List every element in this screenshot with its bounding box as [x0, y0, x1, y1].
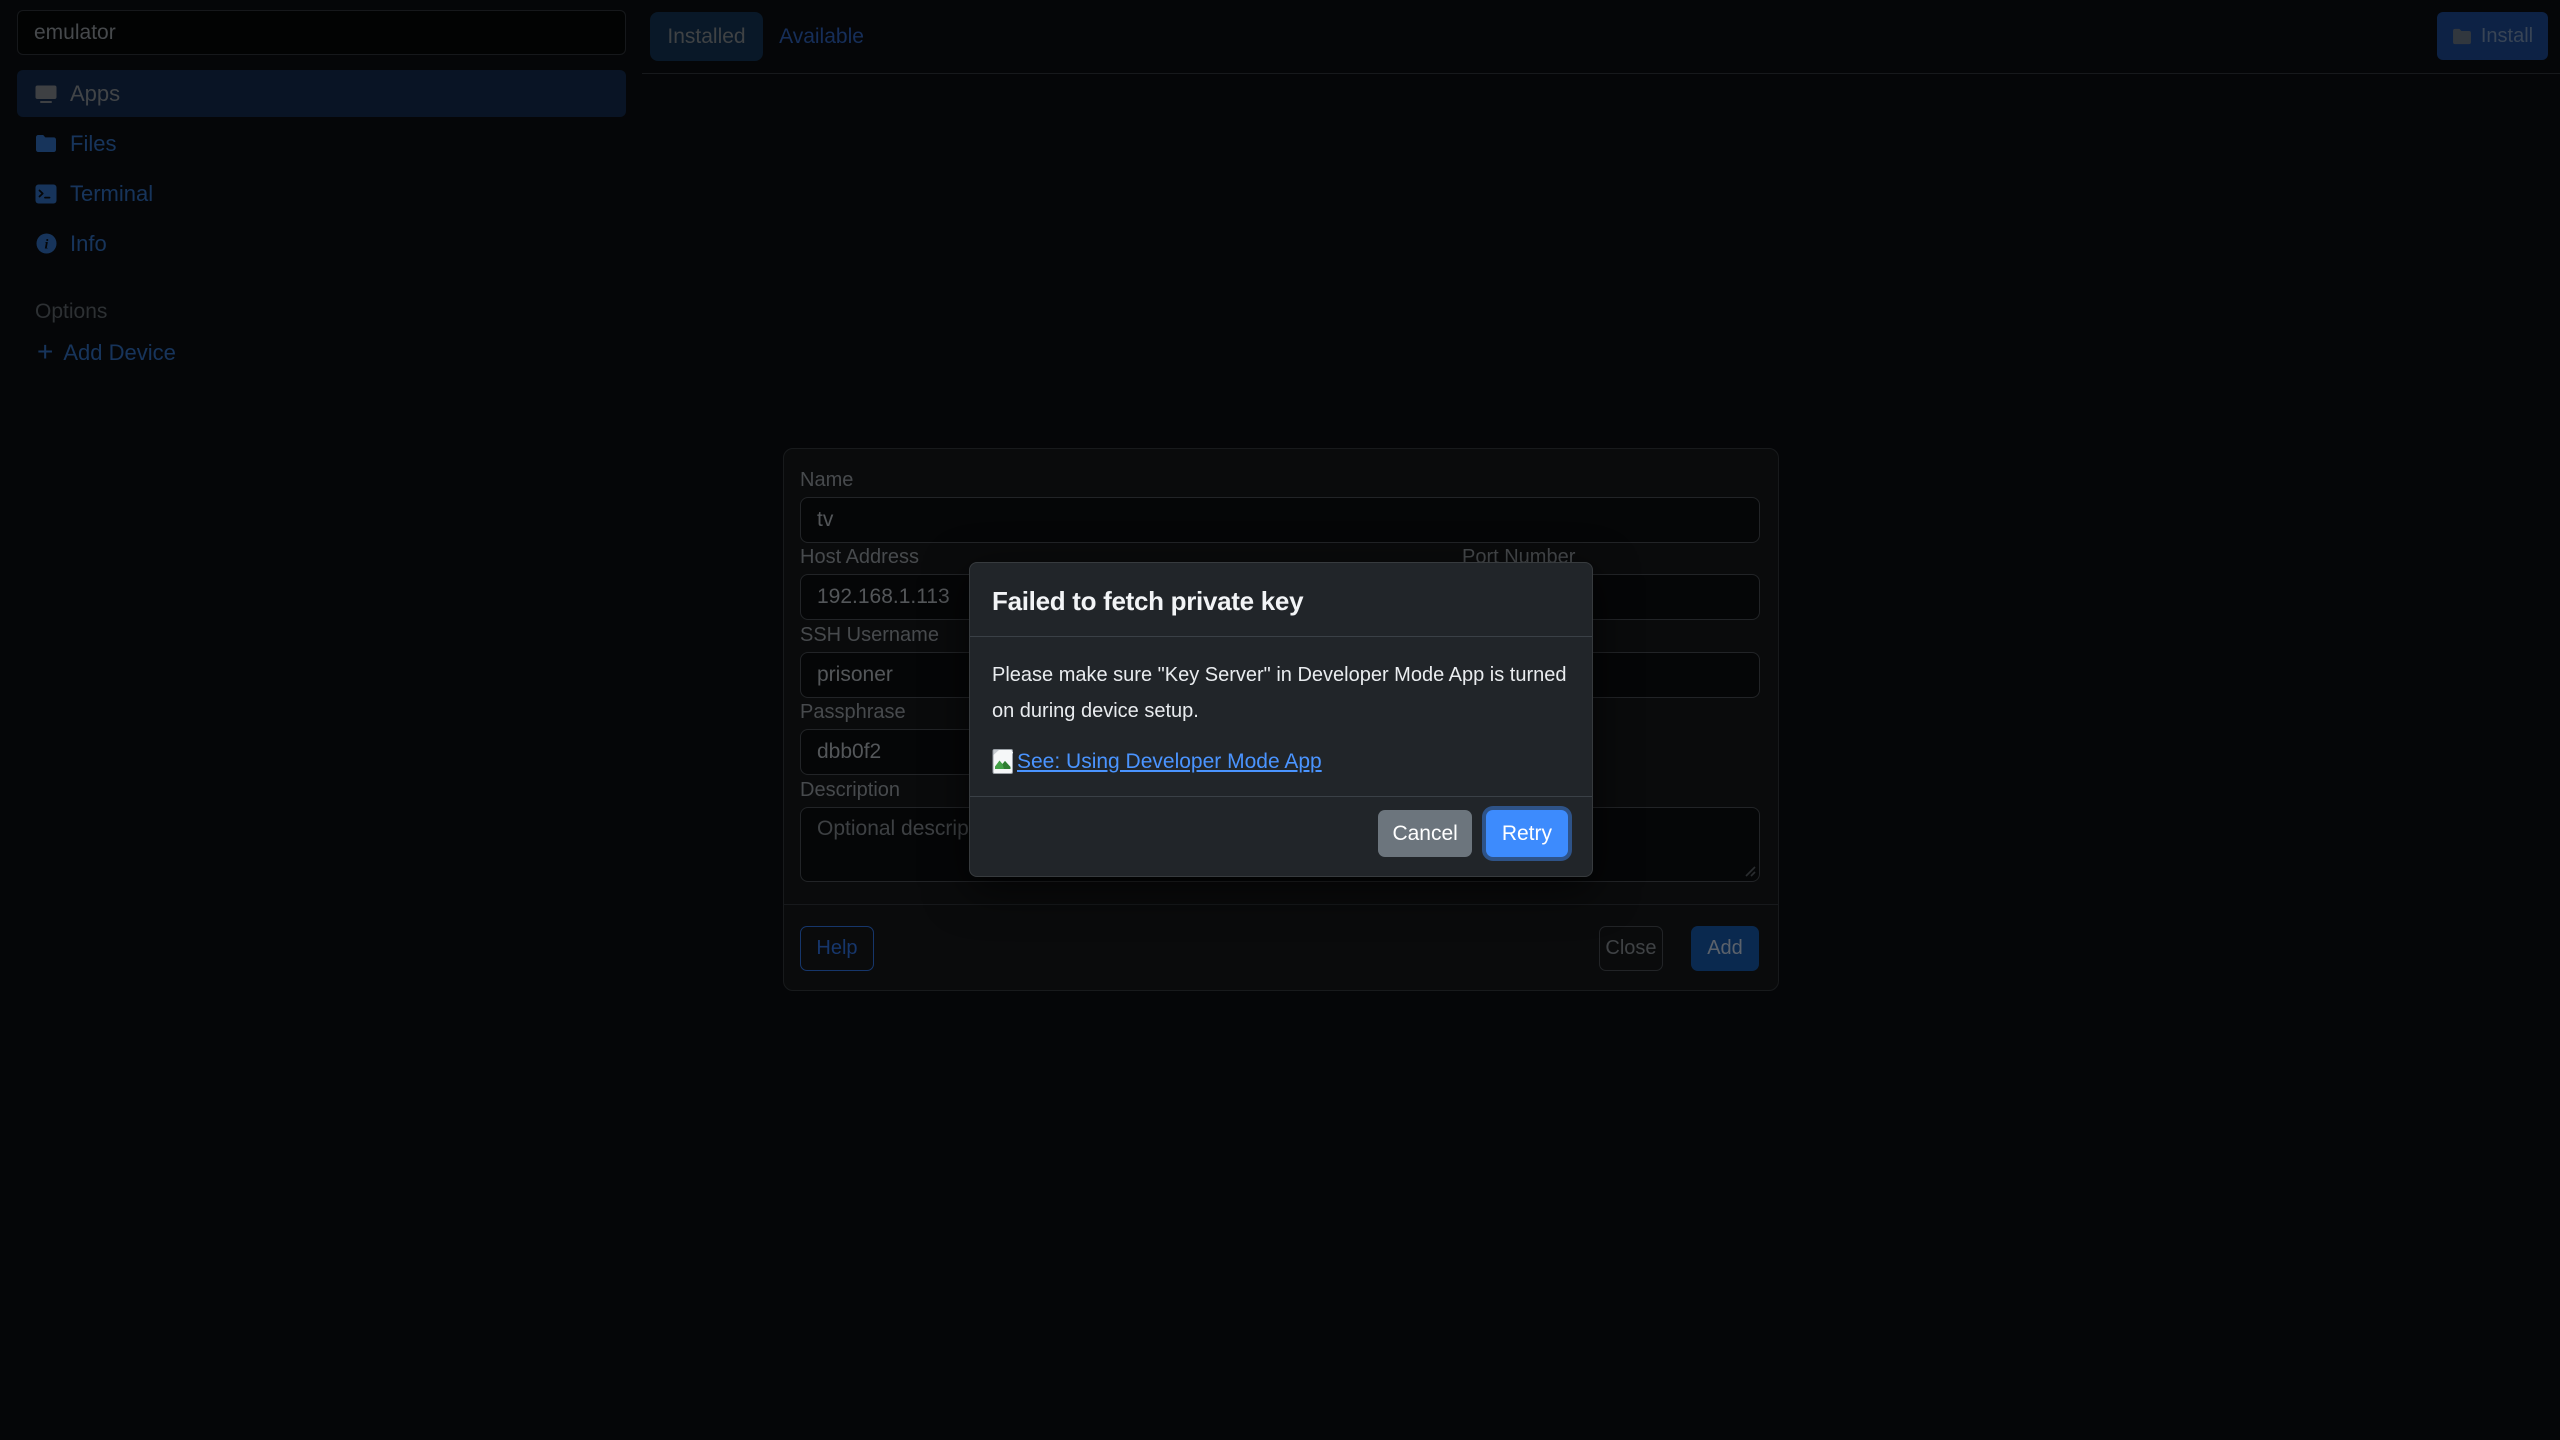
- broken-image-icon: [992, 748, 1014, 775]
- link-text: See: Using Developer Mode App: [1017, 750, 1322, 774]
- modal-footer: Cancel Retry: [970, 796, 1592, 876]
- modal-title: Failed to fetch private key: [992, 586, 1570, 617]
- error-modal: Failed to fetch private key Please make …: [969, 562, 1593, 877]
- retry-button[interactable]: Retry: [1486, 810, 1568, 857]
- cancel-button[interactable]: Cancel: [1378, 810, 1471, 857]
- modal-header: Failed to fetch private key: [970, 563, 1592, 637]
- modal-message: Please make sure "Key Server" in Develop…: [992, 657, 1586, 729]
- app-window: Apps Files Terminal i: [0, 0, 2560, 1440]
- developer-mode-doc-link[interactable]: See: Using Developer Mode App: [992, 748, 1322, 775]
- modal-body: Please make sure "Key Server" in Develop…: [970, 637, 1592, 796]
